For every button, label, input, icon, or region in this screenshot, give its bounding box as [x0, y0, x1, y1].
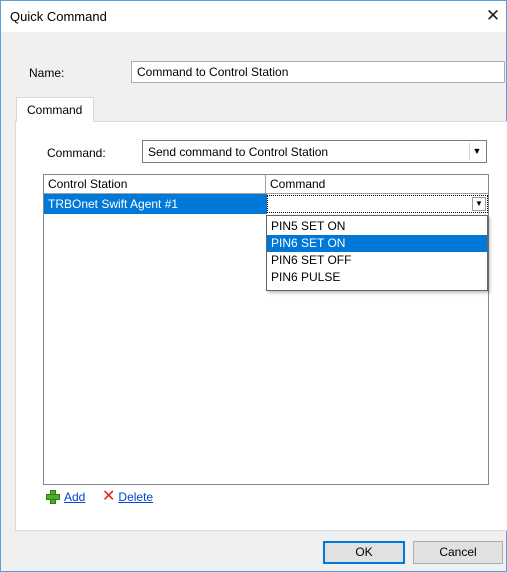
- cancel-button[interactable]: Cancel: [413, 541, 503, 564]
- tab-command[interactable]: Command: [16, 97, 94, 122]
- plus-icon: [45, 489, 61, 505]
- chevron-down-icon[interactable]: ▼: [469, 143, 484, 160]
- name-label: Name:: [29, 66, 65, 80]
- grid-header: Control Station Command: [44, 175, 488, 194]
- close-icon[interactable]: ✕: [481, 5, 505, 27]
- title-bar: Quick Command ✕: [1, 1, 506, 32]
- command-select-value: Send command to Control Station: [148, 145, 329, 159]
- delete-icon: ✕: [102, 488, 116, 505]
- dropdown-option-pin5-set-on[interactable]: PIN5 SET ON: [267, 218, 487, 235]
- name-field[interactable]: Command to Control Station: [131, 61, 505, 83]
- chevron-down-icon[interactable]: ▼: [472, 197, 486, 211]
- ok-button[interactable]: OK: [323, 541, 405, 564]
- add-button[interactable]: Add: [45, 488, 85, 506]
- delete-button[interactable]: ✕ Delete: [102, 488, 153, 506]
- delete-link-label[interactable]: Delete: [118, 490, 153, 504]
- command-select[interactable]: Send command to Control Station ▼: [142, 140, 487, 163]
- column-header-control-station[interactable]: Control Station: [44, 175, 266, 194]
- window-title: Quick Command: [10, 9, 107, 24]
- quick-command-dialog: Quick Command ✕ Name: Command to Control…: [0, 0, 507, 572]
- column-header-command[interactable]: Command: [266, 175, 488, 194]
- add-link-label[interactable]: Add: [64, 490, 85, 504]
- dropdown-option-pin6-pulse[interactable]: PIN6 PULSE: [267, 269, 487, 286]
- dropdown-option-pin6-set-on[interactable]: PIN6 SET ON: [267, 235, 487, 252]
- table-row[interactable]: TRBOnet Swift Agent #1 ▼: [44, 194, 488, 214]
- dropdown-option-pin6-set-off[interactable]: PIN6 SET OFF: [267, 252, 487, 269]
- command-label: Command:: [47, 146, 106, 160]
- cell-control-station[interactable]: TRBOnet Swift Agent #1: [44, 194, 267, 214]
- cell-command-editor[interactable]: ▼: [267, 195, 488, 213]
- command-dropdown-list: PIN5 SET ON PIN6 SET ON PIN6 SET OFF PIN…: [266, 215, 488, 291]
